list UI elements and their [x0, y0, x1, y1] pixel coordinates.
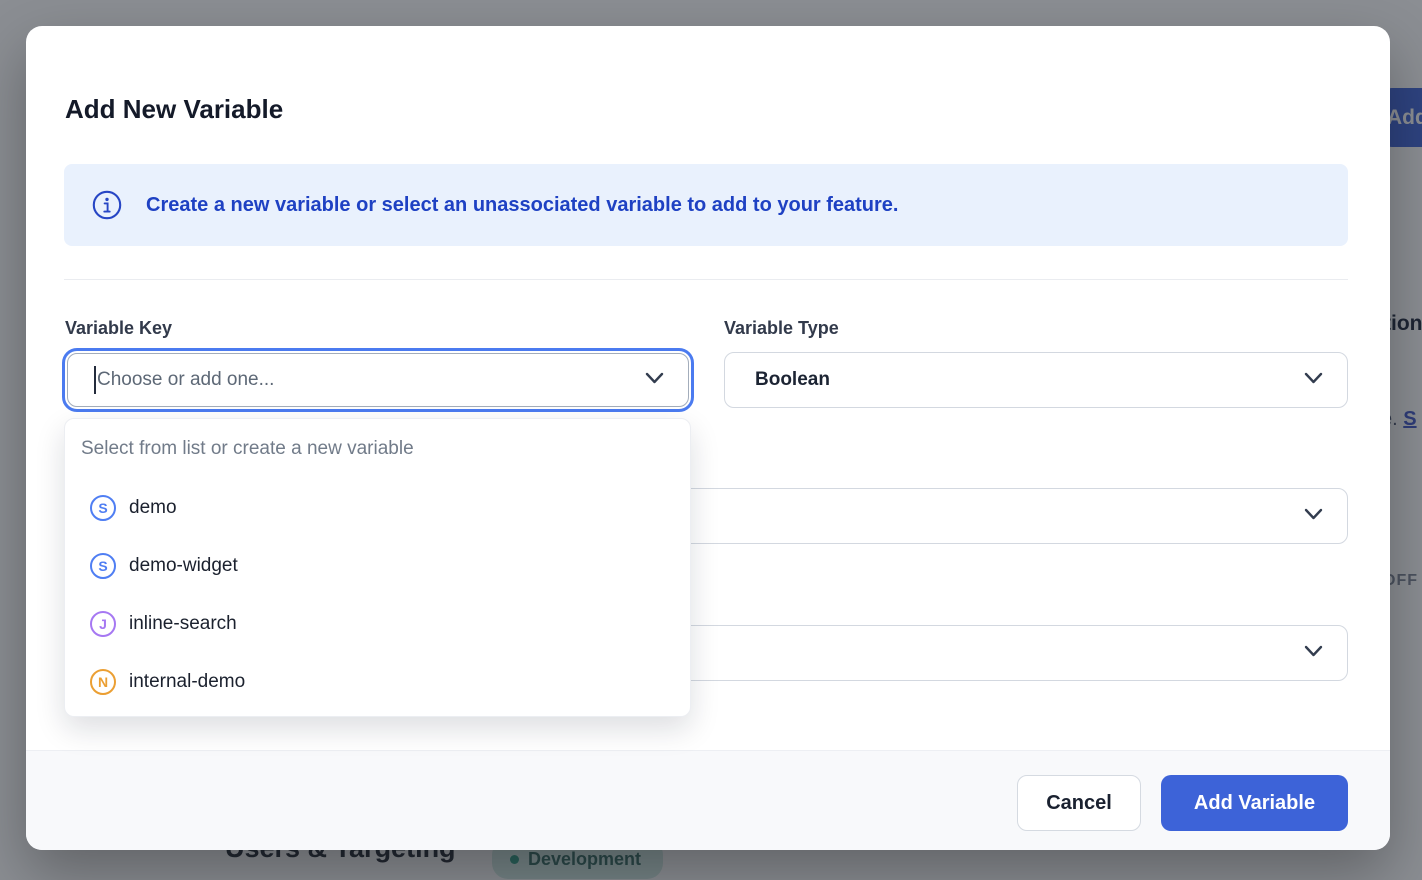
section-divider — [64, 279, 1348, 280]
variable-type-value: Boolean — [755, 369, 830, 391]
chevron-down-icon — [1304, 371, 1323, 389]
dropdown-item-demo-widget[interactable]: S demo-widget — [65, 537, 690, 595]
chevron-down-icon — [1304, 644, 1323, 662]
dropdown-item-demo[interactable]: S demo — [65, 479, 690, 537]
variable-key-dropdown: Select from list or create a new variabl… — [64, 418, 691, 717]
info-banner: Create a new variable or select an unass… — [64, 164, 1348, 246]
dropdown-item-internal-demo[interactable]: N internal-demo — [65, 653, 690, 711]
variable-key-label: Variable Key — [65, 318, 172, 339]
dropdown-item-label: demo — [129, 497, 177, 519]
dropdown-header: Select from list or create a new variabl… — [65, 419, 690, 479]
variable-type-select[interactable]: Boolean — [724, 352, 1348, 408]
json-type-icon: J — [90, 611, 116, 637]
variable-type-label: Variable Type — [724, 318, 839, 339]
add-variable-button[interactable]: Add Variable — [1161, 775, 1348, 831]
dropdown-item-label: demo-widget — [129, 555, 238, 577]
info-banner-text: Create a new variable or select an unass… — [146, 164, 899, 246]
chevron-down-icon — [1304, 507, 1323, 525]
chevron-down-icon — [645, 371, 664, 389]
modal-title: Add New Variable — [65, 94, 283, 125]
text-caret — [94, 366, 96, 394]
dropdown-item-label: inline-search — [129, 613, 237, 635]
cancel-button[interactable]: Cancel — [1017, 775, 1141, 831]
variable-key-input[interactable]: Choose or add one... — [67, 353, 689, 407]
info-icon — [92, 190, 122, 220]
number-type-icon: N — [90, 669, 116, 695]
dropdown-item-inline-search[interactable]: J inline-search — [65, 595, 690, 653]
string-type-icon: S — [90, 495, 116, 521]
dropdown-item-label: internal-demo — [129, 671, 245, 693]
variable-key-placeholder: Choose or add one... — [97, 369, 274, 391]
screen: Add tion e. S OFF Users & Targeting Deve… — [0, 0, 1422, 880]
modal-footer: Cancel Add Variable — [26, 750, 1390, 850]
add-new-variable-modal: Add New Variable Create a new variable o… — [26, 26, 1390, 850]
string-type-icon: S — [90, 553, 116, 579]
